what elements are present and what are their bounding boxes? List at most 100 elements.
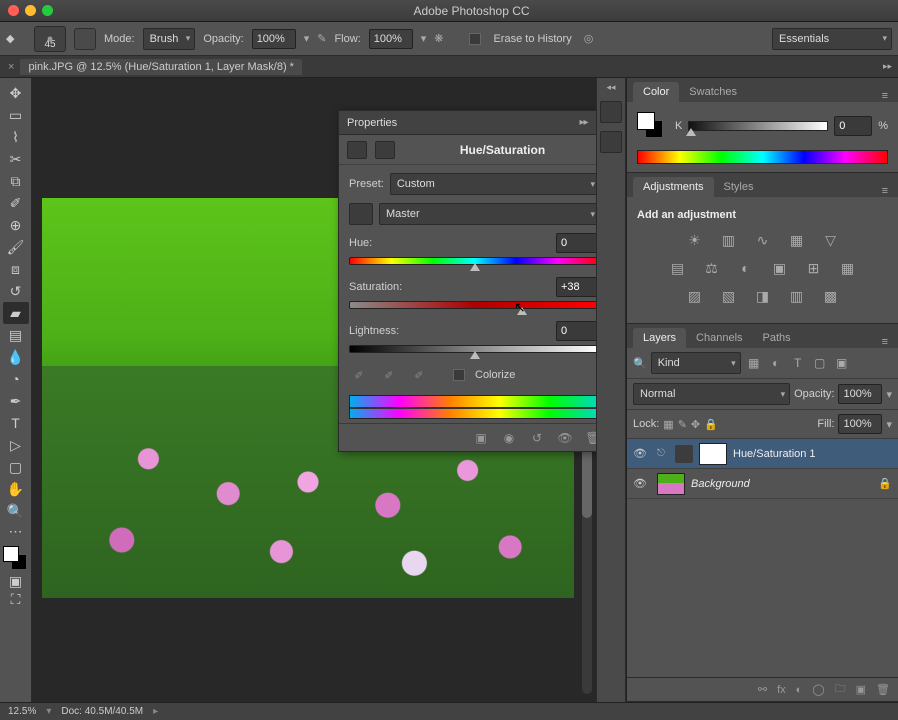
layer-mask-thumb[interactable] [699,443,727,465]
maximize-icon[interactable] [42,5,53,16]
delete-adjustment-icon[interactable]: 🗑 [584,430,596,446]
hue-slider[interactable] [349,257,596,267]
panel-collapse-icon[interactable]: ▸▸ [883,61,892,72]
brush-tool-icon[interactable]: 🖌 [3,236,29,258]
eyedropper-plus-icon[interactable]: ✐ [379,365,399,385]
workspace-select[interactable]: Essentials [772,28,892,50]
add-mask-icon[interactable]: ◐ [796,684,803,696]
quickmask-icon[interactable]: ▣ [3,572,29,590]
brightness-contrast-icon[interactable]: ☀ [685,231,705,249]
saturation-input[interactable]: +38 [556,277,596,297]
filter-shape-icon[interactable]: ▢ [811,354,829,372]
layer-thumb[interactable] [657,473,685,495]
colorize-checkbox[interactable] [453,369,465,381]
view-previous-icon[interactable]: ◉ [500,430,518,446]
filter-adjust-icon[interactable]: ◐ [767,354,785,372]
gradient-tool-icon[interactable]: ▤ [3,324,29,346]
eyedropper-minus-icon[interactable]: ✐ [409,365,429,385]
doc-info-dropdown-icon[interactable]: ▸ [153,706,158,717]
color-menu-icon[interactable]: ≡ [878,90,892,102]
layer-row[interactable]: 👁 Background 🔒 [627,469,898,499]
vibrance-icon[interactable]: ▽ [821,231,841,249]
color-swatch-pair[interactable] [637,112,665,140]
gradient-map-icon[interactable]: ▥ [787,287,807,305]
zoom-tool-icon[interactable]: 🔍 [3,500,29,522]
levels-icon[interactable]: ▥ [719,231,739,249]
tab-swatches[interactable]: Swatches [679,82,747,102]
layer-opacity-input[interactable]: 100% [838,384,882,404]
toggle-visibility-icon[interactable]: 👁 [556,430,574,446]
adjust-menu-icon[interactable]: ≡ [878,185,892,197]
delete-layer-icon[interactable]: 🗑 [876,683,890,696]
status-dropdown-icon[interactable]: ▾ [46,706,51,717]
lightness-slider[interactable] [349,345,596,355]
canvas[interactable]: Properties ▸▸ ≡ Hue/Saturation Preset: C… [32,78,596,702]
preset-select[interactable]: Custom [390,173,596,195]
color-lookup-icon[interactable]: ▦ [838,259,858,277]
ps-home-icon[interactable]: ◆ [6,32,26,45]
eyedropper-icon[interactable]: ✐ [349,365,369,385]
quick-select-tool-icon[interactable]: ✂ [3,148,29,170]
pen-tool-icon[interactable]: ✒ [3,390,29,412]
tab-paths[interactable]: Paths [753,328,801,348]
path-select-tool-icon[interactable]: ▷ [3,434,29,456]
targeted-adjust-icon[interactable] [349,203,373,225]
healing-tool-icon[interactable]: ⊕ [3,214,29,236]
lock-pixels-icon[interactable]: ✎ [678,418,687,431]
pressure-size-icon[interactable]: ◎ [584,32,594,45]
reset-icon[interactable]: ↺ [528,430,546,446]
collapse-icon[interactable]: ▸▸ [580,117,588,128]
filter-type-icon[interactable]: T [789,354,807,372]
lock-all-icon[interactable]: 🔒 [704,418,718,431]
clip-to-layer-icon[interactable]: ▣ [472,430,490,446]
hue-input[interactable]: 0 [556,233,596,253]
zoom-level[interactable]: 12.5% [8,706,36,717]
color-balance-icon[interactable]: ⚖ [702,259,722,277]
tab-layers[interactable]: Layers [633,328,686,348]
fill-input[interactable]: 100% [838,414,882,434]
curves-icon[interactable]: ∿ [753,231,773,249]
brush-panel-toggle-icon[interactable] [74,28,96,50]
marquee-tool-icon[interactable]: ▭ [3,104,29,126]
eyedropper-tool-icon[interactable]: ✐ [3,192,29,214]
lock-transparency-icon[interactable]: ▦ [663,418,673,431]
filter-pixel-icon[interactable]: ▦ [745,354,763,372]
close-icon[interactable] [8,5,19,16]
screenmode-icon[interactable]: ⛶ [3,590,29,608]
layer-name[interactable]: Hue/Saturation 1 [733,448,816,460]
layer-fx-icon[interactable]: fx [777,684,786,696]
eraser-tool-icon[interactable]: ▰ [3,302,29,324]
move-tool-icon[interactable]: ✥ [3,82,29,104]
dodge-tool-icon[interactable]: ◔ [3,368,29,390]
k-slider[interactable] [688,121,828,131]
fill-dropdown-icon[interactable]: ▾ [886,418,892,431]
threshold-icon[interactable]: ◨ [753,287,773,305]
foreground-color-icon[interactable] [3,546,19,562]
saturation-slider[interactable] [349,301,596,311]
layer-opacity-dropdown-icon[interactable]: ▾ [886,388,892,401]
lasso-tool-icon[interactable]: ⌇ [3,126,29,148]
color-range-spectrum[interactable] [349,395,596,419]
new-group-icon[interactable]: 🗀 [835,680,846,699]
link-layers-icon[interactable]: ⚯ [758,683,767,696]
type-tool-icon[interactable]: T [3,412,29,434]
exposure-icon[interactable]: ▦ [787,231,807,249]
airbrush-icon[interactable]: ❋ [434,32,443,45]
blend-mode-select[interactable]: Normal [633,383,790,405]
invert-icon[interactable]: ▨ [685,287,705,305]
lightness-input[interactable]: 0 [556,321,596,341]
flow-dropdown-icon[interactable]: ▾ [421,32,427,45]
doc-info[interactable]: Doc: 40.5M/40.5M [61,706,143,717]
opacity-input[interactable]: 100% [252,29,296,49]
opacity-dropdown-icon[interactable]: ▾ [304,32,310,45]
crop-tool-icon[interactable]: ⧉ [3,170,29,192]
black-white-icon[interactable]: ◐ [736,259,756,277]
lock-icon[interactable]: 🔒 [878,477,892,490]
hand-tool-icon[interactable]: ✋ [3,478,29,500]
layer-filter-select[interactable]: Kind [651,352,741,374]
new-adjustment-icon[interactable]: ◯ [812,683,824,696]
brush-preview[interactable]: 45 [34,26,66,52]
filter-smart-icon[interactable]: ▣ [833,354,851,372]
lock-position-icon[interactable]: ✥ [691,418,700,431]
new-layer-icon[interactable]: ▣ [856,683,866,696]
